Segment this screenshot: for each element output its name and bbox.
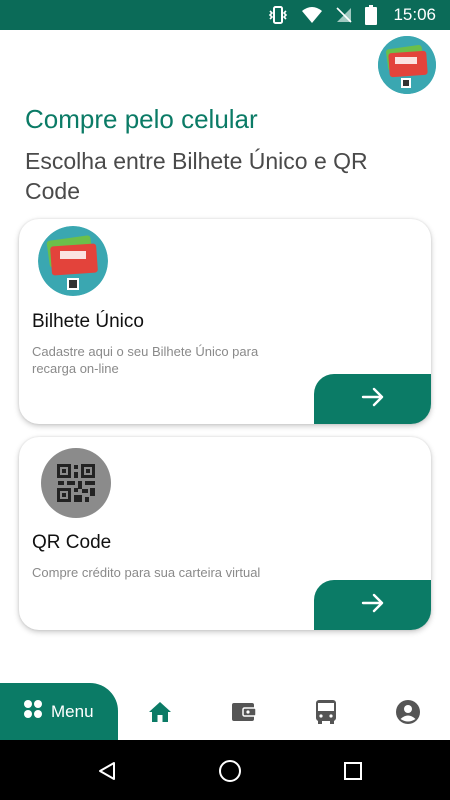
vibrate-icon bbox=[267, 6, 289, 24]
home-circle-icon[interactable] bbox=[217, 758, 243, 784]
battery-icon bbox=[365, 5, 378, 25]
menu-label: Menu bbox=[51, 701, 94, 721]
wifi-icon bbox=[301, 6, 323, 24]
page-subtitle: Escolha entre Bilhete Único e QR Code bbox=[25, 148, 368, 204]
menu-button[interactable]: Menu bbox=[0, 683, 118, 740]
bilhete-unico-arrow-button[interactable] bbox=[314, 374, 431, 424]
back-icon[interactable] bbox=[94, 758, 120, 784]
wallet-icon[interactable] bbox=[229, 697, 259, 727]
account-icon[interactable] bbox=[393, 697, 423, 727]
qr-code-icon bbox=[41, 448, 111, 518]
status-bar: 15:06 bbox=[0, 0, 450, 30]
qr-code-arrow-button[interactable] bbox=[314, 580, 431, 630]
arrow-right-icon bbox=[361, 386, 385, 413]
menu-grid-icon bbox=[23, 699, 43, 724]
home-icon[interactable] bbox=[145, 697, 175, 727]
arrow-right-icon bbox=[361, 592, 385, 619]
no-sim-icon bbox=[335, 6, 353, 24]
card-title: QR Code bbox=[32, 532, 112, 553]
system-nav-bar bbox=[0, 740, 450, 800]
recents-icon[interactable] bbox=[340, 758, 366, 784]
status-time: 15:06 bbox=[393, 5, 436, 24]
qr-code-card[interactable]: QR Code Compre crédito para sua carteira… bbox=[19, 437, 431, 630]
bus-icon[interactable] bbox=[311, 697, 341, 727]
card-description: Compre crédito para sua carteira virtual bbox=[32, 565, 261, 580]
bilhete-unico-card-icon bbox=[38, 226, 108, 296]
bilhete-unico-logo-icon[interactable] bbox=[378, 36, 436, 94]
card-title: Bilhete Único bbox=[32, 311, 144, 332]
bilhete-unico-card[interactable]: Bilhete Único Cadastre aqui o seu Bilhet… bbox=[19, 219, 431, 424]
card-description: Cadastre aqui o seu Bilhete Único para r… bbox=[32, 344, 259, 376]
page-title: Compre pelo celular bbox=[25, 104, 258, 134]
screen: 15:06 Compre pelo celular Escolha entre … bbox=[0, 0, 450, 800]
bottom-nav: Menu bbox=[0, 683, 450, 740]
